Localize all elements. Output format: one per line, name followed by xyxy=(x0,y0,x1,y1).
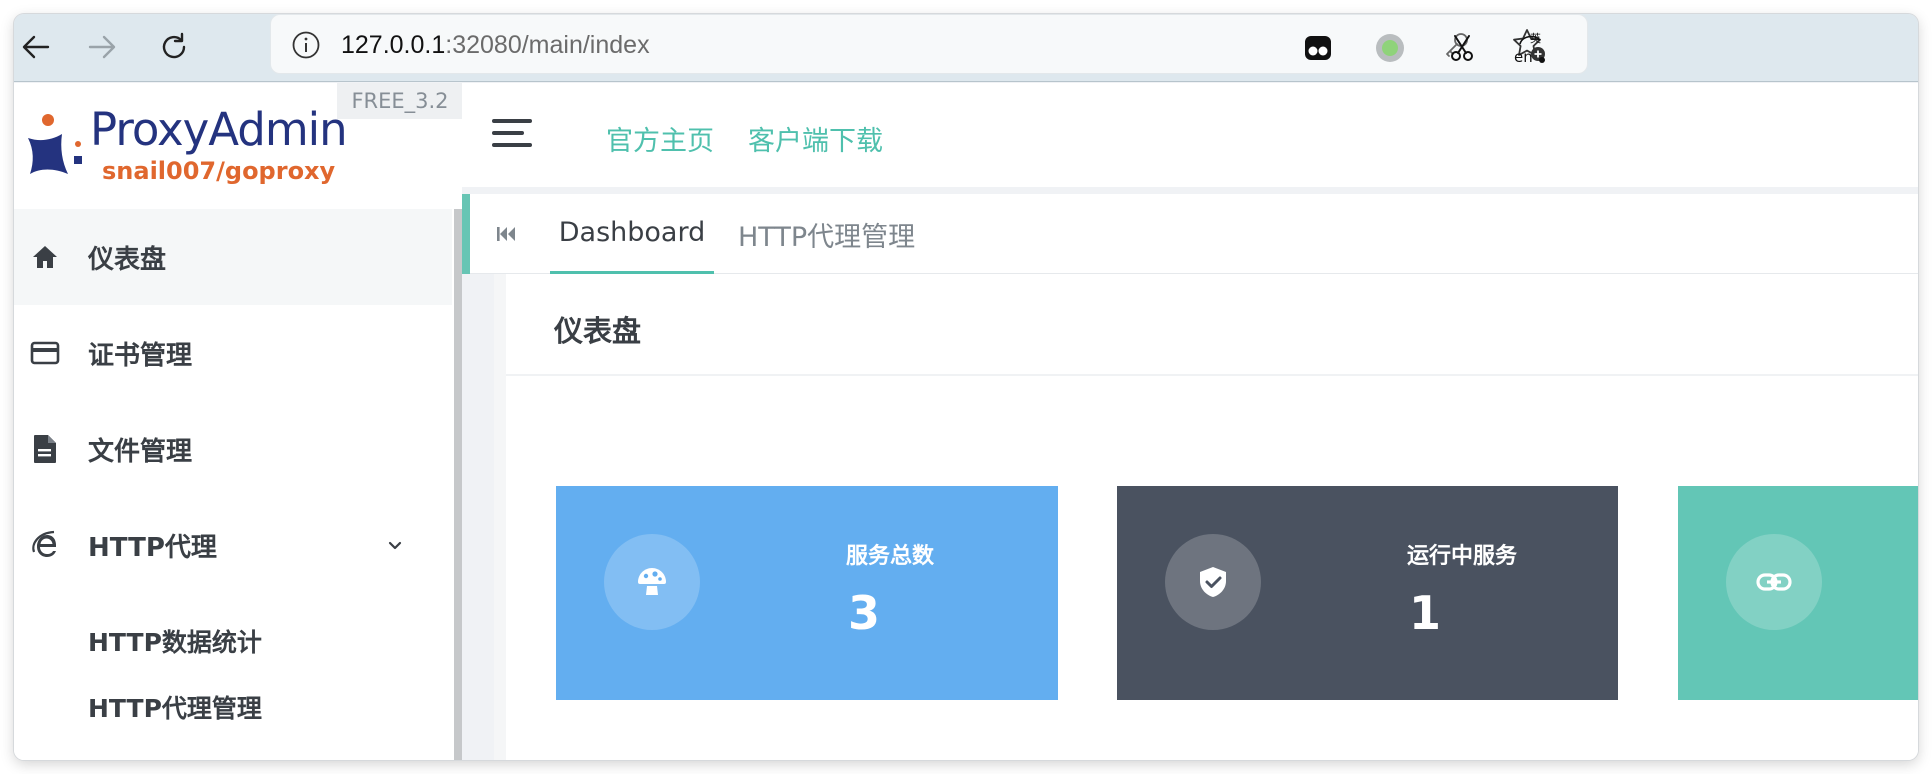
dashboard-card: 仪表盘 服务总数 3 运行中服务 1 xyxy=(506,274,1918,760)
sidebar-subitem-label: HTTP数据统计 xyxy=(88,628,262,657)
url-host: 127.0.0.1 xyxy=(341,31,446,59)
document-icon xyxy=(28,432,62,466)
home-icon xyxy=(28,240,62,274)
sidebar-item-label: 仪表盘 xyxy=(88,244,167,275)
logo[interactable]: ProxyAdmin snail007/goproxy FREE_3.2 xyxy=(14,83,463,209)
hamburger-icon[interactable] xyxy=(492,113,536,157)
stat-card-running-services[interactable]: 运行中服务 1 xyxy=(1117,486,1618,700)
sidebar-subitem-http-proxy-manage[interactable]: HTTP代理管理 xyxy=(14,667,452,747)
sidebar-item-label: HTTP代理 xyxy=(88,532,217,563)
main-content: 仪表盘 服务总数 3 运行中服务 1 xyxy=(494,274,1918,760)
info-icon[interactable] xyxy=(291,30,321,60)
top-header: 官方主页 客户端下载 xyxy=(462,83,1918,187)
page-title: 仪表盘 xyxy=(554,314,642,348)
stat-value: 1 xyxy=(1409,586,1442,640)
sidebar-item-label: 证书管理 xyxy=(88,340,193,371)
stat-value: 3 xyxy=(848,586,881,640)
tab-http-proxy-manage[interactable]: HTTP代理管理 xyxy=(738,194,915,274)
scissors-icon[interactable] xyxy=(1442,28,1482,68)
stat-card-links[interactable] xyxy=(1678,486,1918,700)
ie-icon xyxy=(28,528,62,562)
logo-subtitle: snail007/goproxy xyxy=(102,157,336,185)
stat-label: 服务总数 xyxy=(846,544,935,569)
client-download-link[interactable]: 客户端下载 xyxy=(748,119,883,158)
sidebar: ProxyAdmin snail007/goproxy FREE_3.2 仪表盘… xyxy=(14,83,463,760)
link-icon xyxy=(1726,534,1822,630)
sidebar-subitem-label: HTTP代理管理 xyxy=(88,694,262,723)
sidebar-item-dashboard[interactable]: 仪表盘 xyxy=(14,209,452,305)
back-button[interactable] xyxy=(16,27,56,67)
tampermonkey-icon[interactable] xyxy=(1298,28,1338,68)
green-dot-icon[interactable] xyxy=(1370,28,1410,68)
version-badge: FREE_3.2 xyxy=(337,83,463,119)
tab-dashboard[interactable]: Dashboard xyxy=(550,194,714,274)
sidebar-item-label: 文件管理 xyxy=(88,436,193,467)
mushroom-icon xyxy=(604,534,700,630)
browser-window: 127.0.0.1:32080/main/index 英 en ProxyAdm… xyxy=(14,14,1918,760)
language-icon[interactable]: 英 en xyxy=(1510,28,1550,68)
logo-title: ProxyAdmin xyxy=(90,103,348,156)
sidebar-item-certificates[interactable]: 证书管理 xyxy=(14,305,452,401)
stat-card-total-services[interactable]: 服务总数 3 xyxy=(556,486,1058,700)
browser-toolbar: 127.0.0.1:32080/main/index 英 en xyxy=(14,14,1918,82)
tab-label: HTTP代理管理 xyxy=(738,221,916,253)
reload-button[interactable] xyxy=(154,27,194,67)
tab-bar: Dashboard HTTP代理管理 xyxy=(462,194,1918,274)
card-divider xyxy=(506,374,1918,376)
chevron-down-icon[interactable] xyxy=(384,534,406,556)
arrow-right-icon xyxy=(88,35,116,59)
official-home-link[interactable]: 官方主页 xyxy=(606,119,714,158)
forward-button[interactable] xyxy=(82,27,122,67)
sidebar-scrollbar[interactable] xyxy=(454,209,462,760)
sidebar-menu: 仪表盘 证书管理 文件管理 HTTP代理 HTTP数据统计 HTTP代理管理 xyxy=(14,209,462,760)
credit-card-icon xyxy=(28,336,62,370)
url-text[interactable]: 127.0.0.1:32080/main/index xyxy=(341,31,650,60)
shield-check-icon xyxy=(1165,534,1261,630)
tab-bar-accent xyxy=(462,194,470,274)
url-path: :32080/main/index xyxy=(445,31,650,59)
tab-label: Dashboard xyxy=(558,217,706,248)
sidebar-item-files[interactable]: 文件管理 xyxy=(14,401,452,497)
logo-mark-icon xyxy=(28,114,82,174)
skip-back-icon[interactable] xyxy=(492,220,520,248)
stat-label: 运行中服务 xyxy=(1407,544,1518,569)
reload-icon xyxy=(162,32,186,59)
sidebar-item-http-proxy[interactable]: HTTP代理 xyxy=(14,497,452,593)
arrow-left-icon xyxy=(22,35,50,59)
